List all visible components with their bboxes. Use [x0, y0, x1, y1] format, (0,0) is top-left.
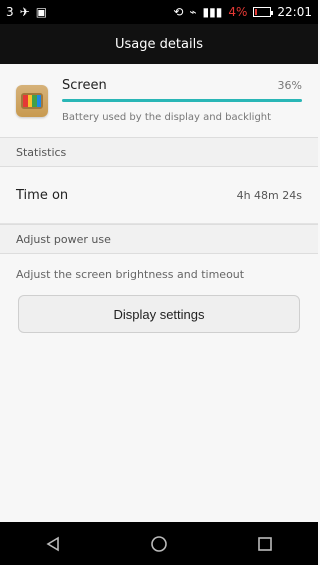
app-title-row: Screen 36% [62, 78, 302, 93]
time-on-row: Time on 4h 48m 24s [0, 167, 318, 224]
section-adjust-power: Adjust power use [0, 224, 318, 254]
time-on-label: Time on [16, 187, 69, 203]
app-usage-row: Screen 36% Battery used by the display a… [0, 64, 318, 137]
adjust-hint: Adjust the screen brightness and timeout [16, 268, 245, 281]
back-icon[interactable] [41, 532, 65, 556]
nav-bar [0, 522, 318, 565]
status-number: 3 [6, 5, 14, 19]
signal-arrow-icon: ✈︎ [19, 5, 30, 19]
clock: 22:01 [277, 5, 312, 19]
sync-icon: ⟲ [173, 5, 184, 19]
page-title: Usage details [115, 36, 203, 52]
battery-icon [253, 7, 274, 17]
app-text: Screen 36% Battery used by the display a… [62, 78, 302, 123]
content: Screen 36% Battery used by the display a… [0, 64, 318, 522]
button-wrap: Display settings [0, 281, 318, 333]
time-on-value: 4h 48m 24s [236, 188, 302, 202]
tv-icon [21, 92, 43, 109]
usage-progress-bar [62, 99, 302, 102]
recents-icon[interactable] [253, 532, 277, 556]
home-icon[interactable] [147, 532, 171, 556]
section-adjust-title: Adjust power use [16, 232, 111, 246]
screen-icon [16, 84, 48, 117]
battery-percent: 4% [228, 5, 248, 19]
status-right: ⟲ ⌁ ▮▮▮ 4% 22:01 [173, 5, 312, 19]
section-statistics: Statistics [0, 137, 318, 167]
status-bar: 3 ✈︎ ▣ ⟲ ⌁ ▮▮▮ 4% 22:01 [0, 0, 318, 24]
image-icon: ▣ [35, 5, 48, 19]
app-name: Screen [62, 78, 107, 93]
cell-signal-icon: ▮▮▮ [202, 5, 223, 19]
status-left: 3 ✈︎ ▣ [6, 5, 47, 19]
display-settings-button[interactable]: Display settings [18, 295, 300, 333]
wifi-icon: ⌁ [189, 5, 197, 19]
app-description: Battery used by the display and backligh… [62, 112, 272, 123]
usage-progress-fill [62, 99, 302, 102]
usage-percent: 36% [277, 79, 302, 92]
section-statistics-title: Statistics [16, 145, 67, 159]
title-bar: Usage details [0, 24, 318, 64]
